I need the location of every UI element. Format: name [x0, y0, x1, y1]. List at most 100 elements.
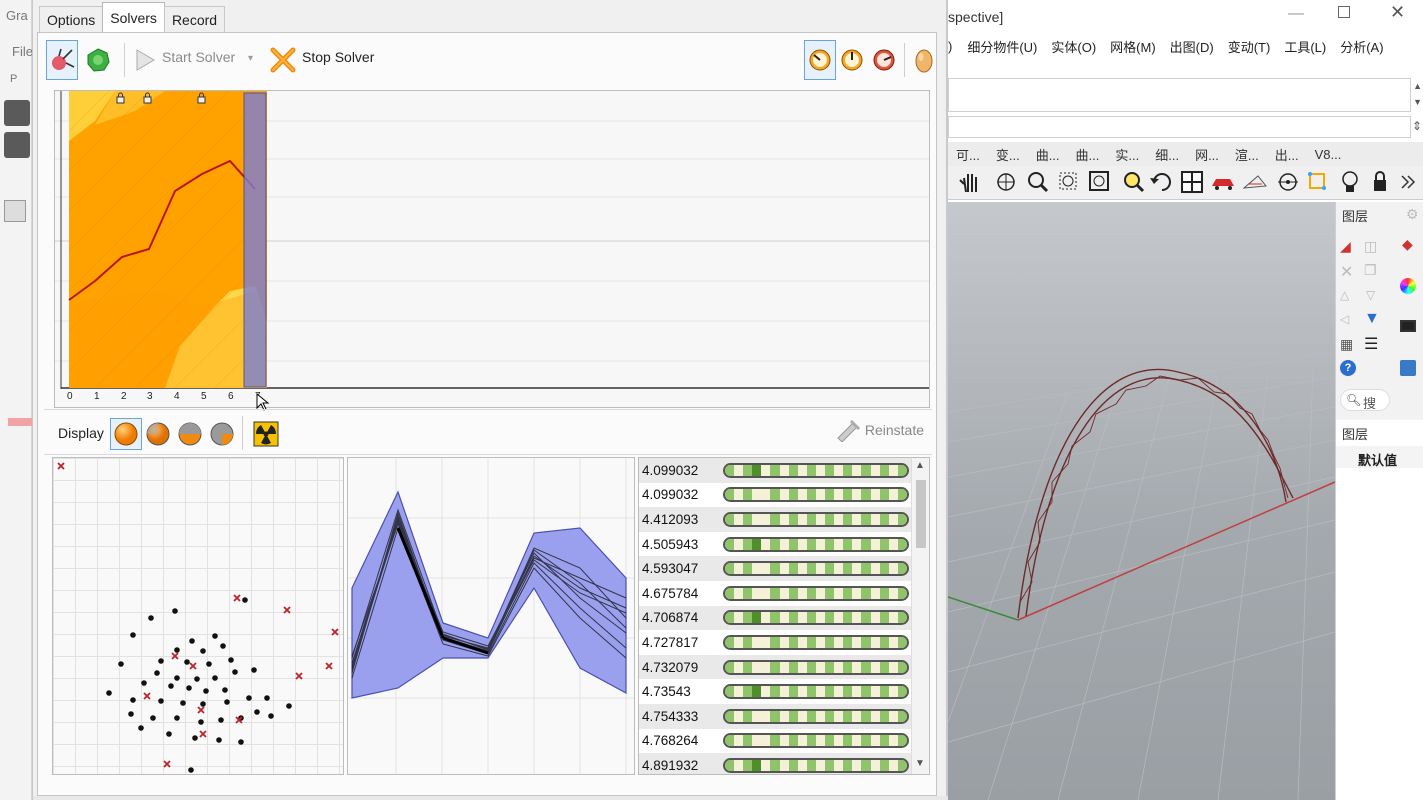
genome-map[interactable] [52, 457, 344, 775]
maximize-icon[interactable] [1338, 6, 1350, 18]
display-mode-3-button[interactable] [174, 418, 206, 450]
select-points-icon[interactable] [1308, 172, 1326, 190]
fitness-row[interactable]: 4.73543 [639, 679, 911, 704]
light-bulb-icon[interactable] [1342, 171, 1358, 192]
reinstate-button[interactable]: Reinstate [835, 418, 924, 442]
egg-button[interactable] [908, 40, 940, 80]
fitness-row[interactable]: 4.727817 [639, 630, 911, 655]
toolbar-tab[interactable]: 出... [1267, 145, 1307, 164]
color-wheel-icon[interactable] [1400, 278, 1416, 294]
toolbar-tab[interactable]: 可... [948, 145, 988, 164]
toolbar-tab[interactable]: V8... [1307, 147, 1350, 162]
move-out-icon[interactable]: ◁ [1340, 312, 1349, 326]
minimize-icon[interactable]: — [1288, 5, 1304, 23]
fitness-row[interactable]: 4.706874 [639, 605, 911, 631]
display-panel-icon[interactable] [1400, 320, 1416, 332]
tab-options[interactable]: Options [39, 6, 104, 32]
zoom-selected-icon[interactable] [1124, 172, 1145, 193]
fitness-row[interactable]: 4.754333 [639, 704, 911, 729]
layer-state-icon[interactable]: ◆ [1402, 236, 1413, 253]
new-layer-icon[interactable]: ◢ [1340, 238, 1360, 258]
annealing-solver-button[interactable] [82, 40, 114, 80]
speed-fast-button[interactable] [868, 40, 900, 80]
fitness-row[interactable]: 4.732079 [639, 654, 911, 680]
scroll-down-chevron-icon[interactable]: ▼ [1413, 97, 1422, 107]
help-icon[interactable]: ? [1340, 360, 1356, 376]
pan-hand-icon[interactable] [959, 174, 977, 193]
named-views-icon[interactable] [1400, 360, 1416, 376]
delete-layer-icon[interactable]: ✕ [1340, 262, 1353, 282]
zoom-icon[interactable] [1028, 172, 1049, 193]
toolbar-tab[interactable]: 实... [1107, 145, 1147, 164]
fitness-graph[interactable] [54, 90, 930, 408]
fitness-row[interactable]: 4.593047 [639, 556, 911, 581]
scroll-up-chevron-icon[interactable]: ▲ [1413, 81, 1422, 91]
fitness-row[interactable]: 4.675784 [639, 581, 911, 606]
display-mode-1-button[interactable] [110, 418, 142, 450]
move-up-icon[interactable]: △ [1340, 288, 1349, 302]
toolbar-tab[interactable]: 曲... [1028, 145, 1068, 164]
osnap-icon[interactable] [1278, 173, 1298, 191]
list-icon[interactable]: ☰ [1364, 334, 1378, 354]
layer-search-input[interactable]: 🔍︎ 搜 [1340, 389, 1390, 411]
zoom-window-icon[interactable] [1059, 172, 1077, 190]
car-shaded-icon[interactable] [1212, 179, 1234, 190]
fitness-row[interactable]: 4.891932 [639, 753, 911, 774]
scrollbar-thumb[interactable] [916, 480, 926, 548]
display-mode-4-button[interactable] [206, 418, 238, 450]
new-sublayer-icon[interactable]: ◫ [1364, 238, 1384, 258]
background-app-icon[interactable] [4, 100, 30, 126]
menu-item-tools[interactable]: 工具(L) [1277, 37, 1333, 56]
rotate-view-icon[interactable] [997, 173, 1015, 191]
menu-item-mesh[interactable]: 网格(M) [1103, 37, 1163, 56]
fitness-row[interactable]: 4.099032 [639, 483, 911, 508]
parallel-coordinates-graph[interactable] [347, 457, 635, 775]
copy-layer-icon[interactable]: ❐ [1364, 262, 1377, 279]
fitness-list-scrollbar[interactable]: ▲ ▼ [911, 458, 929, 774]
scroll-down-chevron-icon[interactable]: ▼ [915, 758, 925, 769]
toolbar-tab[interactable]: 渲... [1227, 145, 1267, 164]
command-line[interactable]: ⇕ [948, 116, 1422, 138]
command-spinner-icon[interactable]: ⇕ [1412, 119, 1422, 133]
evolutionary-solver-button[interactable] [46, 40, 78, 80]
background-app-menu[interactable]: File [12, 44, 33, 59]
fitness-row[interactable]: 4.768264 [639, 729, 911, 754]
four-views-icon[interactable] [1181, 171, 1203, 193]
stop-solver-button[interactable]: Stop Solver [302, 49, 374, 65]
menu-item-transform[interactable]: 变动(T) [1221, 37, 1278, 56]
more-chevron-icon[interactable] [1401, 175, 1416, 189]
move-down-icon[interactable]: ▽ [1366, 288, 1375, 302]
fitness-row[interactable]: 4.412093 [639, 507, 911, 532]
render-grid-icon[interactable] [1242, 175, 1267, 189]
fitness-row[interactable]: 4.099032 [639, 458, 911, 483]
radiation-button[interactable] [250, 418, 282, 450]
display-mode-2-button[interactable] [142, 418, 174, 450]
fitness-list[interactable]: 4.099032 4.099032 4.412093 4.505943 4.593047… [638, 457, 930, 775]
command-history[interactable]: ▲ ▼ [948, 78, 1422, 112]
menu-item-subd[interactable]: 细分物件(U) [960, 37, 1044, 56]
filter-icon[interactable]: ▼ [1364, 310, 1380, 328]
layer-row-default[interactable]: 默认值 [1336, 446, 1423, 468]
perspective-viewport[interactable] [948, 202, 1335, 800]
background-app-close-icon[interactable] [4, 132, 30, 158]
toolbar-tab[interactable]: 网... [1187, 145, 1227, 164]
toolbar-tab[interactable]: 变... [988, 145, 1028, 164]
menu-item-solid[interactable]: 实体(O) [1044, 37, 1103, 56]
start-dropdown-chevron-icon[interactable]: ▾ [248, 53, 253, 64]
speed-slow-button[interactable] [804, 40, 836, 80]
fitness-row[interactable]: 4.505943 [639, 532, 911, 557]
close-icon[interactable]: ✕ [1390, 2, 1405, 23]
toolbar-tab[interactable]: 曲... [1068, 145, 1108, 164]
background-app-panel-icon[interactable] [4, 200, 26, 222]
menu-item-analyze[interactable]: 分析(A) [1333, 37, 1390, 56]
start-solver-button[interactable]: Start Solver [162, 49, 235, 65]
undo-view-icon[interactable] [1150, 173, 1171, 191]
speed-medium-button[interactable] [836, 40, 868, 80]
background-app-field[interactable]: P [10, 73, 17, 85]
menu-item-layout[interactable]: 出图(D) [1163, 37, 1221, 56]
zoom-extents-icon[interactable] [1089, 171, 1109, 191]
gear-icon[interactable]: ⚙ [1406, 206, 1419, 223]
lock-icon[interactable] [1374, 171, 1386, 191]
generation-selection[interactable] [243, 92, 267, 388]
toolbar-tab[interactable]: 细... [1147, 145, 1187, 164]
